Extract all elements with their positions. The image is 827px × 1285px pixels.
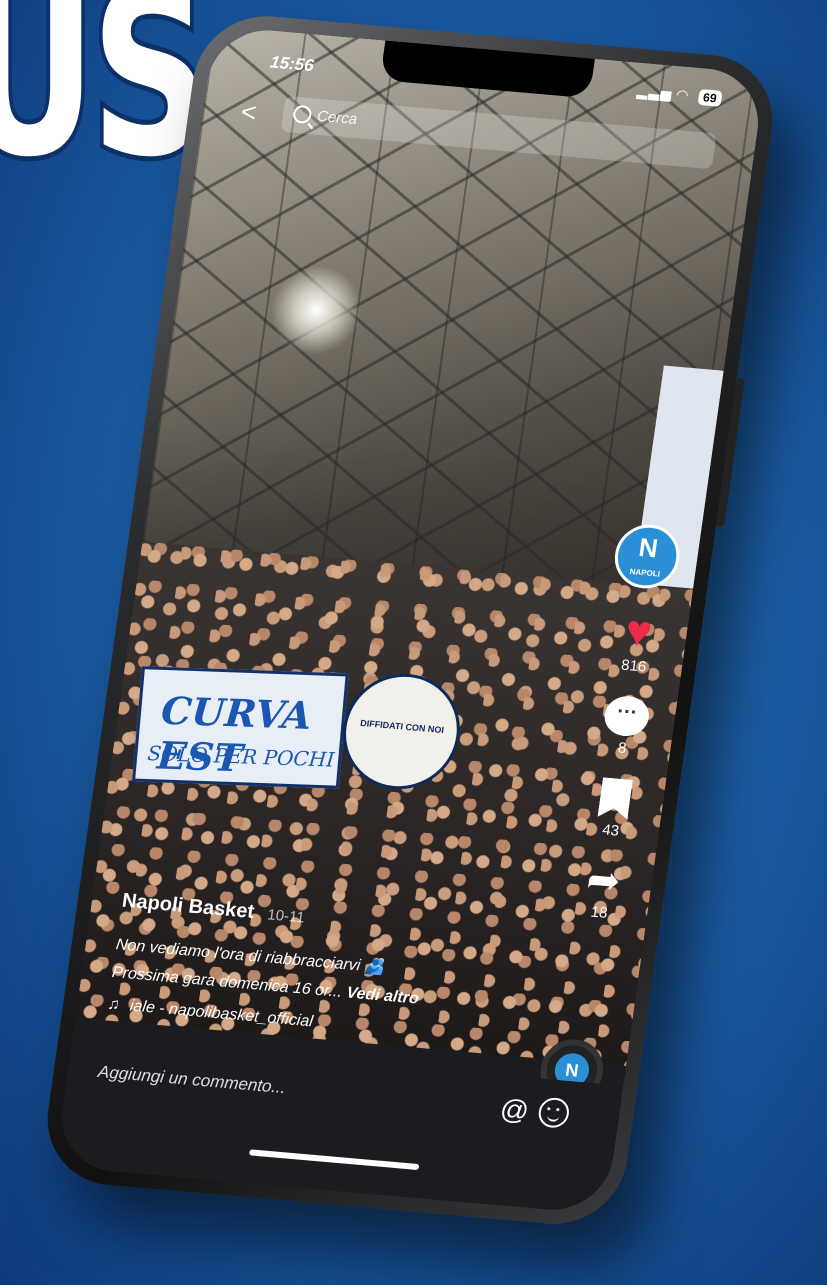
search-placeholder: Cerca	[316, 107, 359, 129]
comment-bubble-icon: ···	[601, 694, 652, 738]
bookmark-icon	[597, 777, 632, 819]
share-button[interactable]: ➦ 18	[564, 857, 640, 924]
banner-circle-text: DIFFIDATI CON NOI	[359, 717, 445, 736]
bookmark-button[interactable]: 43	[576, 776, 652, 842]
music-note-icon: ♫	[106, 995, 121, 1014]
mention-icon[interactable]: @	[498, 1093, 531, 1127]
like-count: 816	[620, 656, 648, 676]
comment-button[interactable]: ··· 8	[587, 693, 663, 759]
notch	[379, 40, 595, 99]
comment-count: 8	[616, 739, 628, 758]
post-date: 10-11	[266, 906, 306, 927]
home-indicator[interactable]	[248, 1149, 420, 1171]
bookmark-count: 43	[601, 821, 621, 840]
author-avatar[interactable]: N NAPOLI	[610, 522, 684, 592]
signal-icon: ▂▃▅	[636, 82, 674, 102]
comment-input[interactable]: Aggiungi un commento...	[97, 1062, 287, 1098]
search-icon	[292, 104, 313, 125]
phone-side-button	[715, 377, 745, 528]
heart-icon: ♥	[622, 606, 656, 657]
battery-icon: 69	[697, 88, 723, 107]
see-more-link[interactable]: Vedi altro	[345, 984, 420, 1007]
back-icon[interactable]: <	[239, 96, 258, 128]
wifi-icon: ◠	[675, 86, 690, 103]
backdrop-title: US	[0, 0, 214, 208]
status-icons: ▂▃▅ ◠ 69	[636, 83, 723, 107]
share-icon: ➦	[583, 857, 624, 904]
status-time: 15:56	[268, 52, 316, 76]
avatar-subtitle: NAPOLI	[629, 567, 661, 579]
like-button[interactable]: ♥ 816	[599, 606, 676, 677]
avatar-letter: N	[636, 531, 660, 564]
emoji-icon[interactable]	[536, 1096, 571, 1129]
banner-curva: CURVA EST SOLO PER POCHI	[132, 666, 349, 789]
